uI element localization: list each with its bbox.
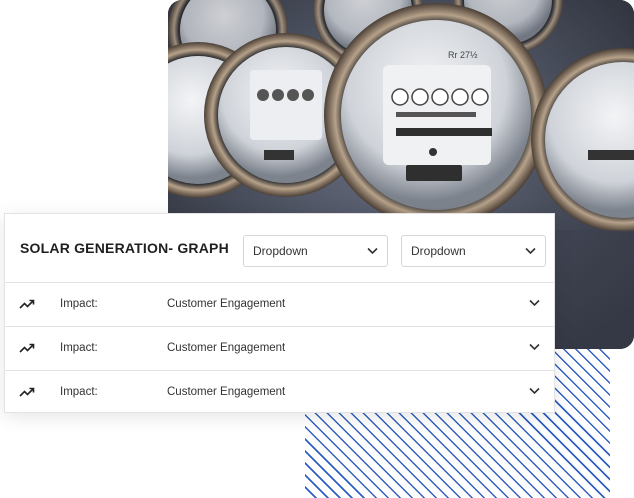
dropdown-2[interactable]: Dropdown xyxy=(401,235,546,267)
trending-up-icon xyxy=(19,343,35,353)
trending-up-icon xyxy=(19,299,35,309)
impact-row[interactable]: Impact: Customer Engagement xyxy=(5,327,554,371)
trending-up-icon xyxy=(19,387,35,397)
dropdown-1[interactable]: Dropdown xyxy=(243,235,388,267)
chevron-down-icon[interactable] xyxy=(529,387,540,395)
dropdown-2-value: Dropdown xyxy=(411,244,466,258)
panel-header: SOLAR GENERATION- GRAPH Dropdown Dropdow… xyxy=(5,214,554,283)
chevron-down-icon[interactable] xyxy=(529,299,540,307)
impact-label: Impact: xyxy=(60,298,98,310)
svg-text:Rr 27½: Rr 27½ xyxy=(448,50,478,60)
panel-title: SOLAR GENERATION- GRAPH xyxy=(20,240,229,256)
chevron-down-icon xyxy=(367,247,378,255)
impact-value: Customer Engagement xyxy=(167,298,286,310)
impact-label: Impact: xyxy=(60,386,98,398)
solar-generation-panel: SOLAR GENERATION- GRAPH Dropdown Dropdow… xyxy=(4,213,555,413)
impact-label: Impact: xyxy=(60,342,98,354)
impact-row[interactable]: Impact: Customer Engagement xyxy=(5,371,554,415)
chevron-down-icon[interactable] xyxy=(529,343,540,351)
impact-value: Customer Engagement xyxy=(167,386,286,398)
dropdown-1-value: Dropdown xyxy=(253,244,308,258)
chevron-down-icon xyxy=(525,247,536,255)
impact-value: Customer Engagement xyxy=(167,342,286,354)
impact-row[interactable]: Impact: Customer Engagement xyxy=(5,283,554,327)
